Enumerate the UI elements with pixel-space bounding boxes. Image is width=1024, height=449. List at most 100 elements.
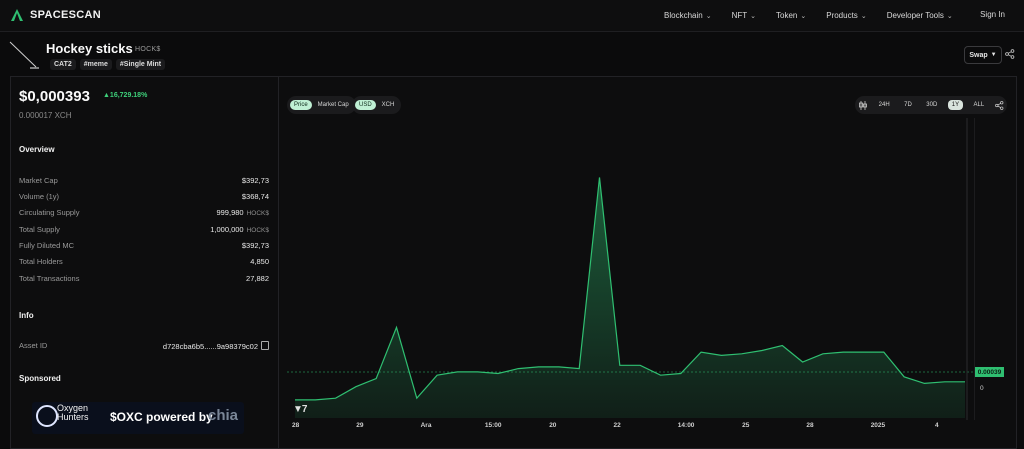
nav-nft[interactable]: NFT ⌄ xyxy=(732,11,756,20)
currency-xch-button[interactable]: XCH xyxy=(378,100,399,110)
sponsored-banner[interactable]: Oxygen Hunters $OXC powered by chia xyxy=(32,402,244,434)
chia-logo: chia xyxy=(208,407,239,424)
volume-amount: $368,74 xyxy=(241,192,269,201)
chart-currency-toggle: USD XCH xyxy=(352,96,402,114)
total-supply-value: 1,000,000 HOCK$ xyxy=(210,225,269,234)
token-image xyxy=(9,41,39,69)
nav-developer-tools-label: Developer Tools xyxy=(886,11,944,20)
sponsored-heading: Sponsored xyxy=(19,374,61,383)
asset-id-value[interactable]: d728cba6b5......9a98379c02 xyxy=(163,341,269,351)
total-holders-value: 4,850 xyxy=(250,257,269,266)
price-area-fill xyxy=(295,177,965,418)
caret-down-icon: ▼ xyxy=(990,52,997,58)
sponsor-name: Oxygen Hunters xyxy=(57,404,89,422)
sponsor-headline: $OXC powered by xyxy=(110,410,213,424)
main-nav: Blockchain ⌄ NFT ⌄ Token ⌄ Products ⌄ Develo… xyxy=(664,0,973,31)
total-supply-amount: 1,000,000 xyxy=(210,225,244,234)
x-axis-tick-label: Ara xyxy=(420,422,432,429)
asset-id-text: d728cba6b5......9a98379c02 xyxy=(162,342,258,351)
y-axis-zero-label: 0 xyxy=(980,385,984,392)
brand-logo[interactable]: SPACESCAN xyxy=(10,8,101,22)
x-axis-tick-label: 2025 xyxy=(870,422,886,429)
market-cap-label: Market Cap xyxy=(19,176,58,185)
brand-name: SPACESCAN xyxy=(30,9,101,21)
x-axis-tick-label: 15:00 xyxy=(484,422,502,429)
chevron-down-icon: ⌄ xyxy=(800,12,807,20)
mode-price-button[interactable]: Price xyxy=(290,100,312,110)
chart-mode-toggle: Price Market Cap xyxy=(287,96,356,114)
sponsor-name-line2: Hunters xyxy=(57,412,89,422)
nav-token[interactable]: Token ⌄ xyxy=(776,11,806,20)
total-transactions-amount: 27,882 xyxy=(246,274,269,283)
total-transactions-label: Total Transactions xyxy=(19,274,80,283)
sign-in-link[interactable]: Sign In xyxy=(980,10,1005,19)
candlestick-icon[interactable] xyxy=(858,100,868,110)
nav-products-label: Products xyxy=(826,11,858,20)
fully-diluted-mc-label: Fully Diluted MC xyxy=(19,241,75,250)
token-price: $0,000393 xyxy=(19,88,90,105)
market-cap-amount: $392,73 xyxy=(241,176,269,185)
nav-developer-tools[interactable]: Developer Tools ⌄ xyxy=(887,11,953,20)
total-supply-label: Total Supply xyxy=(19,225,60,234)
volume-label: Volume (1y) xyxy=(19,192,60,201)
price-in-xch: 0.000017 XCH xyxy=(19,111,72,120)
x-axis-tick-label: 25 xyxy=(742,422,750,429)
circulating-supply-label: Circulating Supply xyxy=(19,208,80,217)
info-heading: Info xyxy=(19,311,34,320)
token-name: Hockey sticks xyxy=(46,41,133,56)
chevron-down-icon: ⌄ xyxy=(946,12,953,20)
mode-market-cap-button[interactable]: Market Cap xyxy=(314,100,353,110)
overview-heading: Overview xyxy=(19,145,55,154)
price-area-chart[interactable] xyxy=(287,118,975,420)
chevron-down-icon: ⌄ xyxy=(705,12,712,20)
fully-diluted-mc-value: $392,73 xyxy=(242,241,269,250)
tag-single-mint[interactable]: #Single Mint xyxy=(115,59,166,70)
share-icon[interactable] xyxy=(994,100,1004,110)
token-symbol: HOCK$ xyxy=(135,46,161,53)
nav-blockchain[interactable]: Blockchain ⌄ xyxy=(664,11,712,20)
range-30d-button[interactable]: 30D xyxy=(922,100,941,110)
nav-products[interactable]: Products ⌄ xyxy=(826,11,866,20)
x-axis-tick-label: 4 xyxy=(935,422,939,429)
x-axis-tick-label: 28 xyxy=(292,422,300,429)
x-axis-tick-label: 20 xyxy=(549,422,557,429)
x-axis-tick-label: 28 xyxy=(806,422,814,429)
copy-icon[interactable] xyxy=(261,341,269,350)
range-24h-button[interactable]: 24H xyxy=(875,100,894,110)
circulating-supply-amount: 999,980 xyxy=(216,208,244,217)
nav-blockchain-label: Blockchain xyxy=(664,11,703,20)
x-axis-tick-label: 29 xyxy=(356,422,364,429)
chart-range-selector: 24H 7D 30D 1Y ALL xyxy=(855,96,1007,114)
chevron-down-icon: ⌄ xyxy=(750,12,756,20)
volume-value: $368,74 xyxy=(242,192,269,201)
spacescan-logo-icon xyxy=(11,9,23,21)
currency-usd-button[interactable]: USD xyxy=(355,100,376,110)
x-axis-tick-label: 14:00 xyxy=(677,422,695,429)
market-cap-value: $392,73 xyxy=(242,176,269,185)
total-supply-unit: HOCK$ xyxy=(246,227,269,234)
tag-cat2[interactable]: CAT2 xyxy=(50,59,76,70)
token-tags: CAT2 #meme #Single Mint xyxy=(50,59,166,70)
x-axis-tick-label: 22 xyxy=(613,422,621,429)
nav-nft-label: NFT xyxy=(731,11,748,20)
circulating-supply-value: 999,980 HOCK$ xyxy=(216,208,269,217)
price-change-badge: ▲16,729.18% xyxy=(103,92,148,99)
asset-id-label: Asset ID xyxy=(19,341,48,350)
top-navbar: SPACESCAN Blockchain ⌄ NFT ⌄ Token ⌄ Produc… xyxy=(0,0,1024,32)
total-holders-amount: 4,850 xyxy=(250,257,269,266)
range-7d-button[interactable]: 7D xyxy=(900,100,916,110)
swap-label: Swap xyxy=(969,51,988,59)
total-holders-label: Total Holders xyxy=(19,257,63,266)
range-all-button[interactable]: ALL xyxy=(970,100,989,110)
circulating-supply-unit: HOCK$ xyxy=(246,210,269,217)
share-icon[interactable] xyxy=(1005,49,1015,59)
fully-diluted-mc-amount: $392,73 xyxy=(241,241,269,250)
tag-meme[interactable]: #meme xyxy=(79,59,112,70)
total-transactions-value: 27,882 xyxy=(246,274,269,283)
range-1y-button[interactable]: 1Y xyxy=(947,100,964,110)
nav-token-label: Token xyxy=(776,11,798,20)
current-price-label: 0.00039 xyxy=(975,367,1004,377)
swap-button[interactable]: Swap ▼ xyxy=(964,46,1002,64)
oxygen-hunters-logo-icon xyxy=(36,405,58,427)
tradingview-logo: ▼7 xyxy=(293,404,308,415)
